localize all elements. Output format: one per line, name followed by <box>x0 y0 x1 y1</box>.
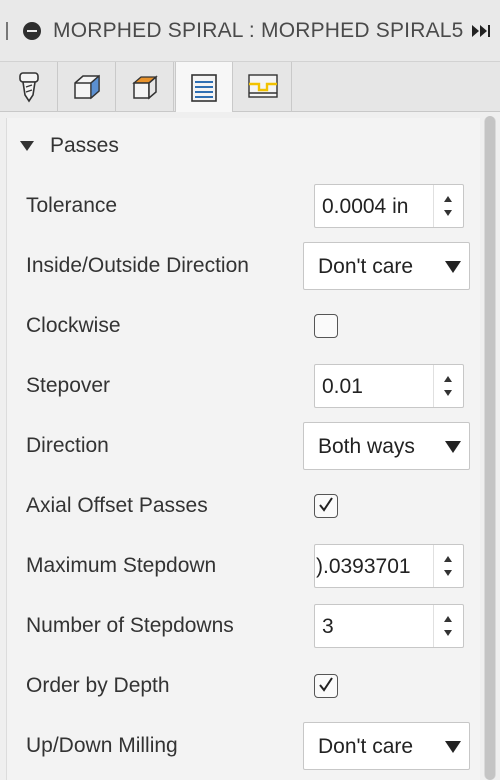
stepover-input[interactable]: 0.01 <box>314 364 464 408</box>
inside-outside-direction-label: Inside/Outside Direction <box>26 254 249 277</box>
heights-icon <box>131 75 158 100</box>
tab-heights[interactable] <box>116 62 174 112</box>
linking-icon <box>247 74 278 98</box>
panel-title: MORPHED SPIRAL : MORPHED SPIRAL5 <box>53 18 464 42</box>
up-down-milling-select[interactable]: Don't care <box>303 722 470 770</box>
dropdown-caret-icon <box>445 441 461 453</box>
decrement-icon[interactable] <box>444 390 452 396</box>
decrement-icon[interactable] <box>444 630 452 636</box>
inside-outside-direction-select[interactable]: Don't care <box>303 242 470 290</box>
up-down-milling-label: Up/Down Milling <box>26 734 178 757</box>
direction-select[interactable]: Both ways <box>303 422 470 470</box>
increment-icon[interactable] <box>444 556 452 562</box>
increment-icon[interactable] <box>444 616 452 622</box>
stepover-label: Stepover <box>26 374 111 397</box>
direction-label: Direction <box>26 434 109 457</box>
section-title: Passes <box>50 134 119 157</box>
tab-linking[interactable] <box>234 62 292 112</box>
tab-geometry[interactable] <box>58 62 116 112</box>
number-of-stepdowns-stepper[interactable] <box>433 605 463 647</box>
tolerance-stepper[interactable] <box>433 185 463 227</box>
clockwise-checkbox[interactable] <box>314 314 338 338</box>
dropdown-caret-icon <box>445 741 461 753</box>
order-by-depth-label: Order by Depth <box>26 674 170 697</box>
increment-icon[interactable] <box>444 376 452 382</box>
vertical-scrollbar[interactable] <box>484 116 496 780</box>
scrollbar-thumb[interactable] <box>485 116 495 780</box>
geometry-icon <box>73 74 100 100</box>
collapse-triangle-icon[interactable] <box>20 141 34 151</box>
maximum-stepdown-value: ).0393701 <box>316 555 411 578</box>
direction-value: Both ways <box>318 435 415 458</box>
decrement-icon[interactable] <box>444 570 452 576</box>
tab-passes[interactable] <box>175 62 233 113</box>
axial-offset-passes-label: Axial Offset Passes <box>26 494 208 517</box>
number-of-stepdowns-input[interactable]: 3 <box>314 604 464 648</box>
drag-grip-icon[interactable] <box>6 21 9 40</box>
checkmark-icon <box>319 677 333 692</box>
tolerance-value: 0.0004 in <box>322 195 409 218</box>
up-down-milling-value: Don't care <box>318 735 414 758</box>
dropdown-caret-icon <box>445 261 461 273</box>
inside-outside-direction-value: Don't care <box>318 255 414 278</box>
section-header-passes[interactable]: Passes <box>20 134 119 158</box>
expand-icon[interactable] <box>470 22 492 40</box>
axial-offset-passes-checkbox[interactable] <box>314 494 338 518</box>
maximum-stepdown-label: Maximum Stepdown <box>26 554 217 577</box>
tab-bar <box>0 62 500 113</box>
tool-icon <box>18 72 39 103</box>
decrement-icon[interactable] <box>444 210 452 216</box>
checkmark-icon <box>319 497 333 512</box>
panel-titlebar: MORPHED SPIRAL : MORPHED SPIRAL5 <box>0 0 500 62</box>
stop-icon[interactable] <box>23 21 41 40</box>
maximum-stepdown-input[interactable]: ).0393701 <box>314 544 464 588</box>
clockwise-label: Clockwise <box>26 314 121 337</box>
order-by-depth-checkbox[interactable] <box>314 674 338 698</box>
maximum-stepdown-stepper[interactable] <box>433 545 463 587</box>
tolerance-input[interactable]: 0.0004 in <box>314 184 464 228</box>
passes-icon <box>191 73 217 102</box>
tab-tool[interactable] <box>0 62 58 112</box>
stepover-value: 0.01 <box>322 375 363 398</box>
number-of-stepdowns-value: 3 <box>322 615 334 638</box>
stepover-stepper[interactable] <box>433 365 463 407</box>
increment-icon[interactable] <box>444 196 452 202</box>
number-of-stepdowns-label: Number of Stepdowns <box>26 614 234 637</box>
tolerance-label: Tolerance <box>26 194 118 217</box>
